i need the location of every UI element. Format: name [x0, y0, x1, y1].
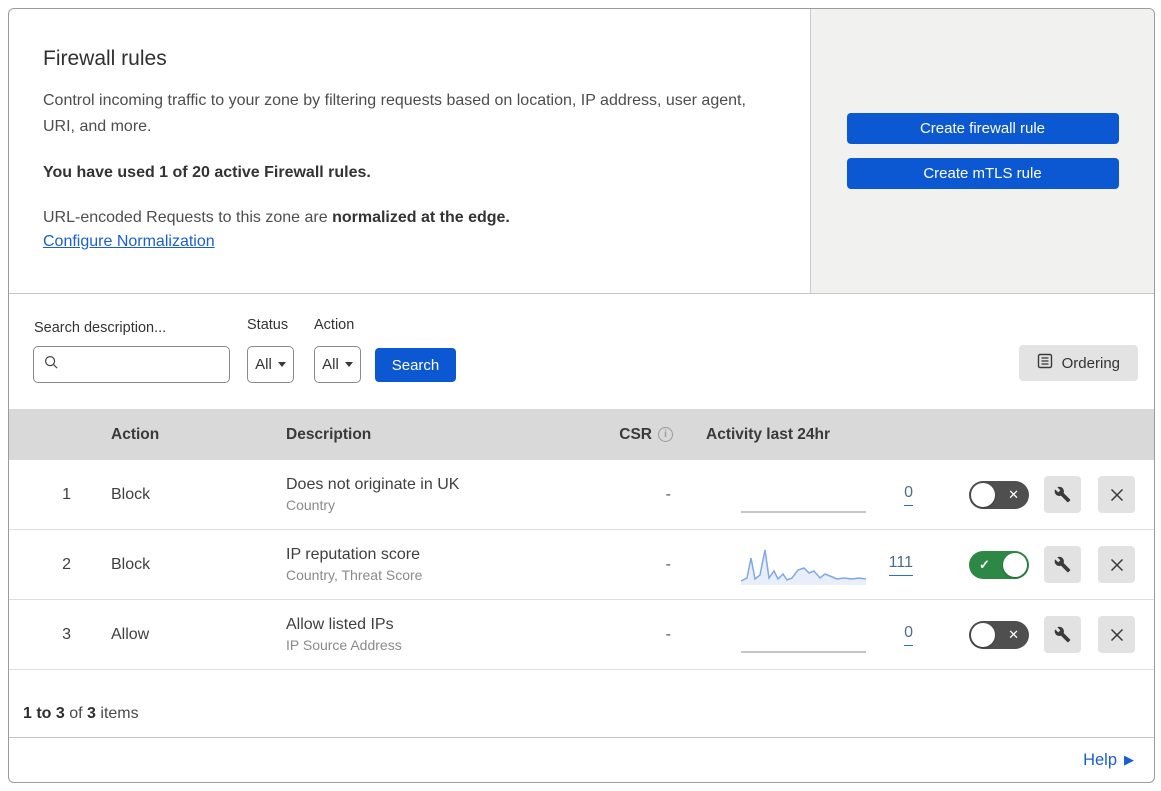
- chevron-down-icon: [277, 362, 286, 367]
- rule-action: Allow: [111, 625, 150, 643]
- pagination-bar: 1 to 3 of 3 items: [9, 670, 1154, 737]
- toggle-knob: [971, 622, 995, 647]
- table-row: 1 Block Does not originate in UK Country…: [9, 460, 1154, 530]
- rule-description: IP reputation score: [286, 546, 421, 563]
- usage-text: You have used 1 of 20 active Firewall ru…: [43, 164, 371, 181]
- create-mtls-rule-button[interactable]: Create mTLS rule: [846, 158, 1119, 189]
- rule-action: Block: [111, 485, 151, 503]
- search-icon: [44, 355, 59, 375]
- description-column-header: Description: [286, 425, 372, 443]
- status-label: Status: [247, 317, 289, 333]
- delete-rule-button[interactable]: [1098, 476, 1135, 513]
- activity-sparkline: [741, 475, 866, 515]
- table-header: Action Description CSR i Activity last 2…: [9, 409, 1154, 460]
- rule-description: Allow listed IPs: [286, 616, 394, 633]
- help-bar: Help ▶: [9, 737, 1154, 782]
- csr-column-header: CSR i: [619, 426, 681, 444]
- toggle-knob: [971, 482, 995, 507]
- close-icon: [1110, 488, 1123, 501]
- rule-description: Does not originate in UK: [286, 476, 460, 493]
- configure-normalization-link[interactable]: Configure Normalization: [43, 233, 215, 250]
- pagination-text: 1 to 3 of 3 items: [23, 705, 139, 722]
- activity-count-link[interactable]: 111: [888, 554, 913, 576]
- status-dropdown-value: All: [255, 356, 272, 373]
- activity-count-link[interactable]: 0: [904, 624, 913, 646]
- page-title: Firewall rules: [43, 47, 167, 70]
- check-icon: ✓: [979, 556, 990, 572]
- rule-description-cell: Does not originate in UK Country: [281, 476, 611, 513]
- chevron-down-icon: [344, 362, 353, 367]
- action-dropdown-value: All: [322, 356, 339, 373]
- action-label: Action: [314, 317, 355, 333]
- rule-criteria: Country, Threat Score: [286, 567, 423, 583]
- action-column-header: Action: [111, 425, 160, 443]
- x-icon: ✕: [1008, 486, 1019, 502]
- actions-panel: Create firewall rule Create mTLS rule: [810, 9, 1154, 293]
- activity-cell: 0: [681, 475, 919, 515]
- search-input[interactable]: [67, 356, 229, 373]
- header-text-area: Firewall rules Control incoming traffic …: [9, 9, 810, 293]
- help-link[interactable]: Help ▶: [1083, 751, 1134, 770]
- info-icon[interactable]: i: [658, 427, 673, 442]
- filter-bar: Search description... Status Action All …: [9, 294, 1154, 409]
- rule-priority: 2: [62, 555, 71, 573]
- status-toggle[interactable]: ✓ ✕: [969, 480, 1029, 509]
- rule-priority: 3: [62, 625, 71, 643]
- edit-rule-button[interactable]: [1044, 546, 1081, 583]
- toggle-knob: [1003, 552, 1027, 577]
- search-input-wrapper: [33, 346, 230, 383]
- edit-rule-button[interactable]: [1044, 616, 1081, 653]
- wrench-icon: [1054, 626, 1071, 643]
- activity-sparkline: [741, 615, 866, 655]
- activity-cell: 0: [681, 615, 919, 655]
- caret-right-icon: ▶: [1124, 752, 1134, 767]
- rule-criteria: IP Source Address: [286, 637, 402, 653]
- table-row: 3 Allow Allow listed IPs IP Source Addre…: [9, 600, 1154, 670]
- csr-value: -: [665, 485, 671, 503]
- activity-sparkline: [740, 545, 867, 585]
- x-icon: ✕: [1008, 626, 1019, 642]
- rule-description-cell: IP reputation score Country, Threat Scor…: [281, 546, 611, 583]
- status-dropdown[interactable]: All: [247, 346, 294, 383]
- ordering-button-label: Ordering: [1061, 354, 1120, 372]
- csr-value: -: [665, 555, 671, 573]
- activity-column-header: Activity last 24hr: [706, 425, 831, 443]
- rule-criteria: Country: [286, 497, 336, 513]
- edit-rule-button[interactable]: [1044, 476, 1081, 513]
- close-icon: [1110, 628, 1123, 641]
- close-icon: [1110, 558, 1123, 571]
- search-button[interactable]: Search: [375, 348, 456, 382]
- header-section: Firewall rules Control incoming traffic …: [9, 9, 1154, 294]
- ordering-button[interactable]: Ordering: [1018, 345, 1138, 381]
- delete-rule-button[interactable]: [1098, 616, 1135, 653]
- rule-action: Block: [111, 555, 151, 573]
- page-description: Control incoming traffic to your zone by…: [43, 92, 746, 135]
- delete-rule-button[interactable]: [1098, 546, 1135, 583]
- ordering-list-icon: [1037, 353, 1053, 373]
- search-description-label: Search description...: [34, 320, 167, 336]
- rule-priority: 1: [62, 485, 71, 503]
- wrench-icon: [1054, 486, 1071, 503]
- wrench-icon: [1054, 556, 1071, 573]
- table-row: 2 Block IP reputation score Country, Thr…: [9, 530, 1154, 600]
- rule-description-cell: Allow listed IPs IP Source Address: [281, 616, 611, 653]
- help-link-label: Help: [1083, 750, 1117, 769]
- firewall-rules-card: Firewall rules Control incoming traffic …: [8, 8, 1155, 783]
- activity-cell: 111: [681, 545, 919, 585]
- action-dropdown[interactable]: All: [314, 346, 361, 383]
- activity-count-link[interactable]: 0: [904, 484, 913, 506]
- status-toggle[interactable]: ✓ ✕: [969, 550, 1029, 579]
- create-firewall-rule-button[interactable]: Create firewall rule: [846, 113, 1119, 144]
- status-toggle[interactable]: ✓ ✕: [969, 620, 1029, 649]
- csr-value: -: [665, 625, 671, 643]
- normalization-text: URL-encoded Requests to this zone are no…: [43, 209, 510, 226]
